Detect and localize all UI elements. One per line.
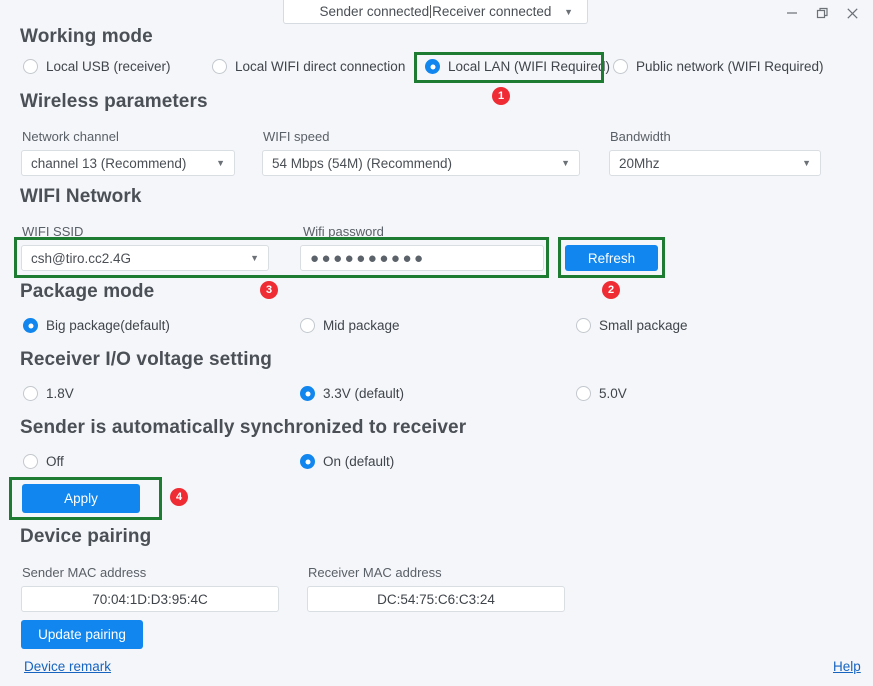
radio-label: 3.3V (default) bbox=[323, 386, 405, 401]
radio-label: Big package(default) bbox=[46, 318, 170, 333]
radio-local-wifi-direct[interactable]: Local WIFI direct connection bbox=[212, 59, 405, 74]
section-title-package-mode: Package mode bbox=[20, 281, 155, 302]
label-bandwidth: Bandwidth bbox=[610, 129, 671, 144]
radio-autosync-on[interactable]: On (default) bbox=[300, 454, 394, 469]
radio-label: Local LAN (WIFI Required) bbox=[448, 59, 611, 74]
radio-circle-icon bbox=[576, 318, 591, 333]
radio-label: 1.8V bbox=[46, 386, 74, 401]
chevron-down-icon: ▼ bbox=[216, 158, 225, 168]
select-network-channel[interactable]: channel 13 (Recommend) ▼ bbox=[21, 150, 235, 176]
annotation-badge-3: 3 bbox=[260, 281, 278, 299]
radio-small-package[interactable]: Small package bbox=[576, 318, 688, 333]
help-link[interactable]: Help bbox=[833, 659, 861, 674]
chevron-down-icon: ▼ bbox=[561, 158, 570, 168]
refresh-button[interactable]: Refresh bbox=[565, 245, 658, 271]
apply-button[interactable]: Apply bbox=[22, 484, 140, 513]
radio-local-lan[interactable]: Local LAN (WIFI Required) bbox=[425, 59, 610, 74]
device-remark-link[interactable]: Device remark bbox=[24, 659, 111, 674]
radio-label: Mid package bbox=[323, 318, 400, 333]
select-value: csh@tiro.cc2.4G bbox=[31, 250, 131, 266]
input-sender-mac[interactable]: 70:04:1D:D3:95:4C bbox=[21, 586, 279, 612]
radio-label: Public network (WIFI Required) bbox=[636, 59, 824, 74]
section-title-wireless-parameters: Wireless parameters bbox=[20, 91, 208, 112]
annotation-badge-1: 1 bbox=[492, 87, 510, 105]
label-sender-mac: Sender MAC address bbox=[22, 565, 147, 580]
section-title-device-pairing: Device pairing bbox=[20, 526, 152, 547]
select-value: 54 Mbps (54M) (Recommend) bbox=[272, 155, 453, 171]
radio-label: Local WIFI direct connection bbox=[235, 59, 406, 74]
input-wifi-password[interactable]: ●●●●●●●●●● bbox=[300, 245, 544, 271]
select-bandwidth[interactable]: 20Mhz ▼ bbox=[609, 150, 821, 176]
chevron-down-icon: ▼ bbox=[802, 158, 811, 168]
radio-label: Local USB (receiver) bbox=[46, 59, 171, 74]
annotation-badge-4: 4 bbox=[170, 488, 188, 506]
radio-public-network[interactable]: Public network (WIFI Required) bbox=[613, 59, 824, 74]
annotation-badge-2: 2 bbox=[602, 281, 620, 299]
radio-big-package[interactable]: Big package(default) bbox=[23, 318, 170, 333]
radio-circle-icon bbox=[23, 454, 38, 469]
radio-label: Off bbox=[46, 454, 64, 469]
receiver-mac-value: DC:54:75:C6:C3:24 bbox=[377, 591, 495, 607]
title-bar: Sender connected Receiver connected ▼ bbox=[0, 0, 873, 26]
radio-mid-package[interactable]: Mid package bbox=[300, 318, 400, 333]
select-value: channel 13 (Recommend) bbox=[31, 155, 187, 171]
label-network-channel: Network channel bbox=[22, 129, 119, 144]
section-title-io-voltage: Receiver I/O voltage setting bbox=[20, 349, 272, 370]
section-title-wifi-network: WIFI Network bbox=[20, 186, 142, 207]
radio-label: 5.0V bbox=[599, 386, 627, 401]
minimize-icon[interactable] bbox=[777, 1, 807, 25]
connection-status-dropdown[interactable]: Sender connected Receiver connected ▼ bbox=[283, 0, 588, 24]
window-controls bbox=[777, 0, 867, 26]
radio-circle-icon bbox=[23, 386, 38, 401]
radio-circle-icon bbox=[212, 59, 227, 74]
connection-status-text: Sender connected Receiver connected bbox=[319, 4, 552, 19]
input-receiver-mac[interactable]: DC:54:75:C6:C3:24 bbox=[307, 586, 565, 612]
radio-circle-icon bbox=[300, 318, 315, 333]
radio-circle-icon bbox=[23, 318, 38, 333]
password-value: ●●●●●●●●●● bbox=[310, 249, 426, 267]
radio-label: On (default) bbox=[323, 454, 395, 469]
radio-circle-icon bbox=[23, 59, 38, 74]
radio-voltage-3v3[interactable]: 3.3V (default) bbox=[300, 386, 404, 401]
restore-icon[interactable] bbox=[807, 1, 837, 25]
close-icon[interactable] bbox=[837, 1, 867, 25]
radio-label: Small package bbox=[599, 318, 688, 333]
radio-circle-icon bbox=[425, 59, 440, 74]
chevron-down-icon: ▼ bbox=[564, 6, 573, 17]
radio-local-usb[interactable]: Local USB (receiver) bbox=[23, 59, 171, 74]
select-wifi-ssid[interactable]: csh@tiro.cc2.4G ▼ bbox=[21, 245, 269, 271]
chevron-down-icon: ▼ bbox=[250, 253, 259, 263]
select-value: 20Mhz bbox=[619, 155, 660, 171]
radio-circle-icon bbox=[613, 59, 628, 74]
section-title-working-mode: Working mode bbox=[20, 26, 153, 47]
label-wifi-password: Wifi password bbox=[303, 224, 384, 239]
select-wifi-speed[interactable]: 54 Mbps (54M) (Recommend) ▼ bbox=[262, 150, 580, 176]
radio-voltage-5v0[interactable]: 5.0V bbox=[576, 386, 627, 401]
radio-voltage-1v8[interactable]: 1.8V bbox=[23, 386, 74, 401]
radio-circle-icon bbox=[300, 386, 315, 401]
label-wifi-speed: WIFI speed bbox=[263, 129, 330, 144]
update-pairing-button[interactable]: Update pairing bbox=[21, 620, 143, 649]
label-receiver-mac: Receiver MAC address bbox=[308, 565, 442, 580]
radio-autosync-off[interactable]: Off bbox=[23, 454, 64, 469]
radio-circle-icon bbox=[300, 454, 315, 469]
label-wifi-ssid: WIFI SSID bbox=[22, 224, 84, 239]
section-title-auto-sync: Sender is automatically synchronized to … bbox=[20, 417, 467, 438]
sender-mac-value: 70:04:1D:D3:95:4C bbox=[92, 591, 208, 607]
radio-circle-icon bbox=[576, 386, 591, 401]
